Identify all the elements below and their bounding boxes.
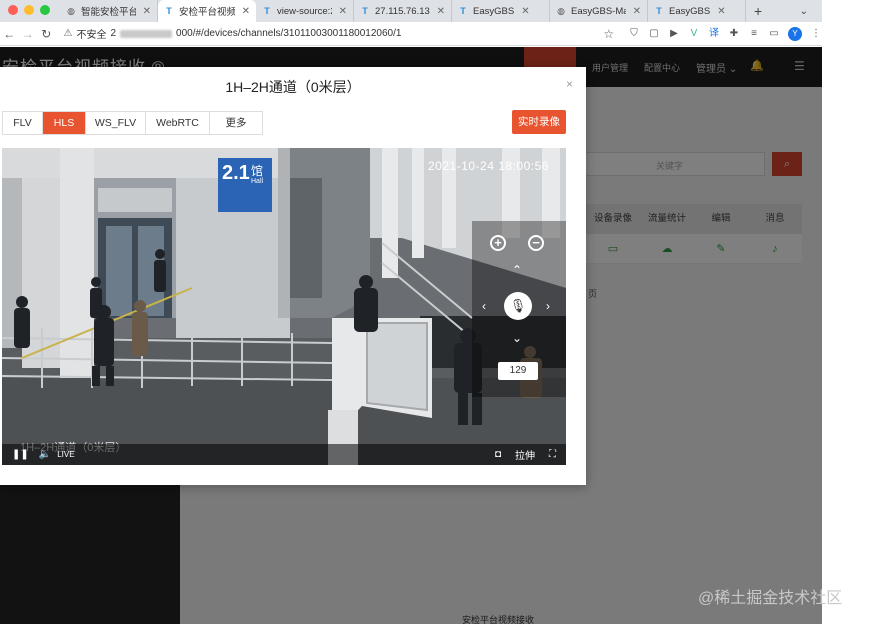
kebab-menu-icon[interactable]: ⋮ xyxy=(810,28,822,40)
profile-avatar[interactable]: Y xyxy=(788,26,802,41)
close-tab-icon[interactable]: ✕ xyxy=(437,6,445,17)
browser-tab-strip: ◍ 智能安检平台 ✕ T 安检平台视频接 ✕ T view-source:2 ✕… xyxy=(0,0,822,22)
close-tab-icon[interactable]: ✕ xyxy=(633,6,641,17)
volume-icon[interactable]: 🔈 xyxy=(39,449,51,460)
desktop-strip xyxy=(822,0,878,624)
tab-flv[interactable]: FLV xyxy=(3,112,43,134)
tab-webrtc[interactable]: WebRTC xyxy=(146,112,210,134)
fullscreen-icon[interactable]: ⛶ xyxy=(549,449,556,460)
url-field[interactable]: ⚠ 不安全 2 000/#/devices/channels/310110030… xyxy=(64,25,594,43)
browser-tab[interactable]: T EasyGBS ✕ xyxy=(452,0,550,22)
reload-icon[interactable]: ↻ xyxy=(37,27,56,41)
address-toolbar: ← → ↻ ⚠ 不安全 2 000/#/devices/channels/310… xyxy=(0,22,822,46)
browser-tab-active[interactable]: T 安检平台视频接 ✕ xyxy=(158,0,256,22)
live-label: LIVE xyxy=(57,450,75,459)
easygbs-icon: T xyxy=(166,6,172,16)
minimize-window-button[interactable] xyxy=(24,5,34,15)
tab-hls[interactable]: HLS xyxy=(43,112,86,134)
player-control-bar: ❚❚ 🔈 LIVE ◘ 拉伸 ⛶ xyxy=(2,444,566,465)
live-record-button[interactable]: 实时录像 xyxy=(512,110,566,134)
modal-title: 1H–2H通道（0米层） xyxy=(225,79,361,95)
zoom-out-icon[interactable]: − xyxy=(528,235,544,251)
video-timestamp: 2021-10-24 18:00:56 xyxy=(428,159,549,173)
zoom-in-icon[interactable]: + xyxy=(490,235,506,251)
browser-tab[interactable]: T view-source:2 ✕ xyxy=(256,0,354,22)
close-tab-icon[interactable]: ✕ xyxy=(717,6,725,17)
back-arrow-icon[interactable]: ← xyxy=(0,27,19,41)
new-tab-button[interactable]: + xyxy=(746,3,770,22)
camera-snapshot-icon[interactable]: ◘ xyxy=(495,449,501,460)
stretch-button[interactable]: 拉伸 xyxy=(515,447,535,462)
browser-tab[interactable]: ◍ EasyGBS-Man ✕ xyxy=(550,0,648,22)
close-tab-icon[interactable]: ✕ xyxy=(521,6,529,17)
watermark: @稀土掘金技术社区 xyxy=(698,590,843,607)
vue-icon[interactable]: V xyxy=(688,28,700,40)
maximize-window-button[interactable] xyxy=(40,5,50,15)
easygbs-icon: T xyxy=(362,6,368,16)
translate-icon[interactable]: 译 xyxy=(708,28,720,40)
shield-icon[interactable]: ⛉ xyxy=(628,28,640,40)
globe-icon: ◍ xyxy=(557,6,565,16)
hall-sign-en: Hall xyxy=(251,178,264,185)
square-extension-icon[interactable]: ▢ xyxy=(648,28,660,40)
ptz-speed-value[interactable]: 129 xyxy=(498,362,538,380)
browser-tab[interactable]: T EasyGBS ✕ xyxy=(648,0,746,22)
hall-sign-number: 2.1 xyxy=(222,162,250,184)
browser-tab[interactable]: T 27.115.76.136 ✕ xyxy=(354,0,452,22)
pan-down-icon[interactable]: ⌄ xyxy=(512,331,522,345)
hall-sign-char: 馆 xyxy=(251,164,264,178)
pause-icon[interactable]: ❚❚ xyxy=(12,449,29,460)
pan-left-icon[interactable]: ‹ xyxy=(482,299,486,313)
close-tab-icon[interactable]: ✕ xyxy=(143,6,151,17)
bookmark-star-icon[interactable]: ☆ xyxy=(600,27,619,41)
globe-icon: ◍ xyxy=(67,6,75,16)
url-text: 000/#/devices/channels/31011003001180012… xyxy=(176,28,402,39)
video-modal: 1H–2H通道（0米层） × FLV HLS WS_FLV WebRTC 更多 … xyxy=(0,67,586,485)
extension-icon[interactable]: ▶ xyxy=(668,28,680,40)
tab-search-chevron-icon[interactable]: ⌄ xyxy=(800,6,822,22)
mic-muted-icon[interactable]: 🎙 xyxy=(504,292,532,320)
warning-icon: ⚠ xyxy=(63,28,73,39)
insecure-label: 不安全 xyxy=(76,30,107,41)
redacted-host xyxy=(120,29,173,38)
close-tab-icon[interactable]: ✕ xyxy=(242,6,250,17)
tab-ws-flv[interactable]: WS_FLV xyxy=(86,112,146,134)
video-player[interactable]: 2.1 馆 Hall 2021-10-24 18:00:56 1H–2H通道（0… xyxy=(2,148,566,465)
pan-up-icon[interactable]: ⌃ xyxy=(512,263,522,277)
window-controls xyxy=(0,5,60,22)
puzzle-icon[interactable]: ✚ xyxy=(728,28,740,40)
stream-format-tabs: FLV HLS WS_FLV WebRTC 更多 xyxy=(2,111,263,135)
window-icon[interactable]: ▭ xyxy=(768,28,780,40)
url-prefix: 2 xyxy=(110,28,117,39)
easygbs-icon: T xyxy=(656,6,662,16)
forward-arrow-icon[interactable]: → xyxy=(19,27,38,41)
close-window-button[interactable] xyxy=(8,5,18,15)
browser-tab[interactable]: ◍ 智能安检平台 ✕ xyxy=(60,0,158,22)
close-icon[interactable]: × xyxy=(566,77,573,91)
tab-more[interactable]: 更多 xyxy=(210,112,262,134)
easygbs-icon: T xyxy=(264,6,270,16)
reading-list-icon[interactable]: ≡ xyxy=(748,28,760,40)
close-tab-icon[interactable]: ✕ xyxy=(339,6,347,17)
easygbs-icon: T xyxy=(460,6,466,16)
pan-right-icon[interactable]: › xyxy=(546,299,550,313)
ptz-control-panel: + − ⌃ ‹ › 🎙 ⌄ 129 xyxy=(472,221,566,397)
extensions-area: ⛉ ▢ ▶ V 译 ✚ ≡ ▭ Y ⋮ xyxy=(628,26,822,41)
